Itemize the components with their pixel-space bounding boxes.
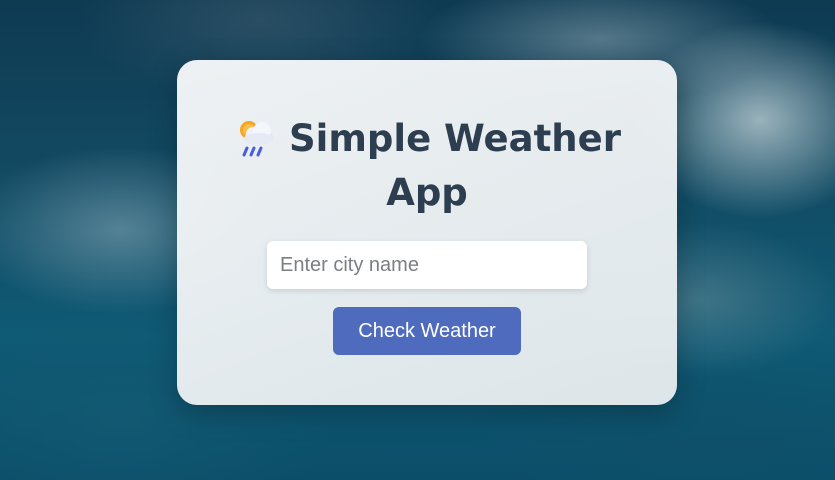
city-search-input[interactable] — [267, 241, 587, 289]
check-weather-button[interactable]: Check Weather — [333, 307, 521, 355]
sun-behind-rain-cloud-icon — [233, 117, 279, 157]
app-title-text: Simple Weather App — [289, 117, 621, 214]
weather-card: Simple Weather App Check Weather — [177, 60, 677, 405]
app-title: Simple Weather App — [217, 112, 637, 220]
